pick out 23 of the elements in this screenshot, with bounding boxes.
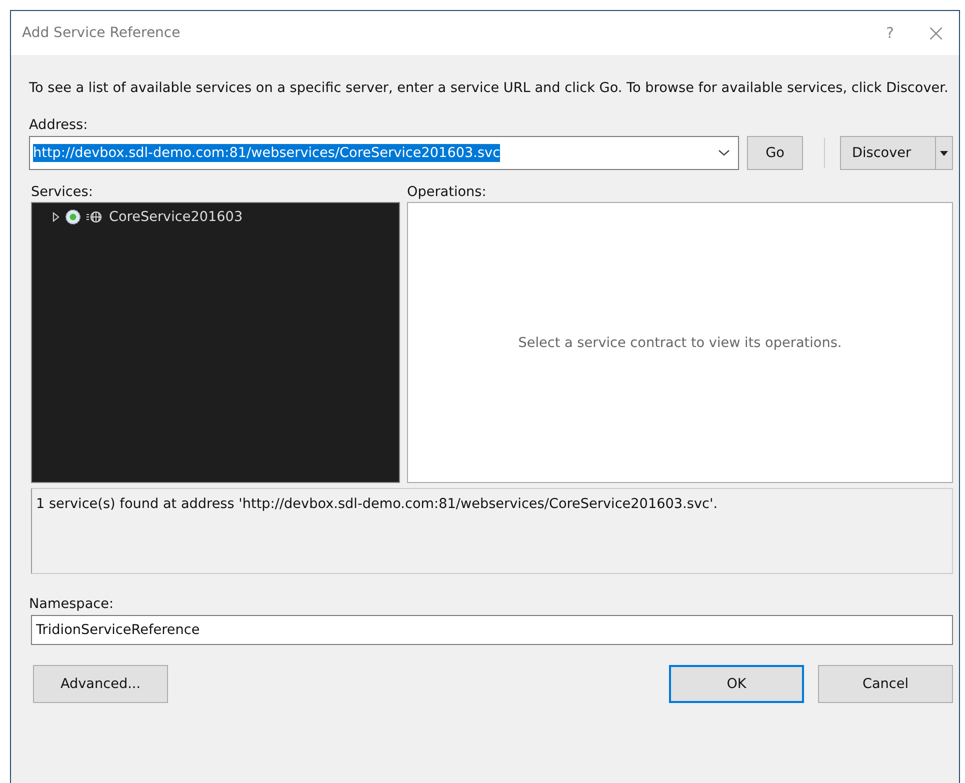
services-label: Services: — [31, 184, 94, 200]
ok-button[interactable]: OK — [669, 665, 804, 703]
help-button[interactable]: ? — [867, 13, 913, 53]
go-button[interactable]: Go — [747, 136, 803, 170]
instructions-text: To see a list of available services on a specific server, enter a service URL and click Go. To browse for available services, click Discover. — [29, 79, 950, 98]
chevron-down-icon[interactable] — [718, 149, 730, 157]
window-title: Add Service Reference — [22, 25, 180, 41]
advanced-button[interactable]: Advanced... — [33, 665, 168, 703]
tree-item[interactable]: CoreService201603 — [52, 209, 243, 225]
empty-message: Select a service contract to view its operations. — [518, 334, 842, 350]
caret-icon[interactable] — [940, 150, 948, 156]
close-button[interactable]: × — [913, 13, 959, 53]
namespace-label: Namespace: — [29, 596, 115, 612]
address-label: Address: — [29, 117, 89, 133]
gear-icon — [65, 209, 81, 225]
operations-label: Operations: — [407, 184, 488, 200]
expand-arrow-icon[interactable] — [52, 212, 60, 222]
status-text: 1 service(s) found at address 'http://devbox.sdl-demo.com:81/webservices/CoreService201603.svc'. — [36, 496, 718, 512]
cancel-button[interactable]: Cancel — [818, 665, 953, 703]
address-combo-box[interactable]: http://devbox.sdl-demo.com:81/webservices/CoreService201603.svc — [29, 136, 739, 170]
globe-icon — [86, 211, 102, 223]
namespace-field[interactable]: TridionServiceReference — [31, 615, 953, 645]
discover-split-button[interactable]: Discover — [840, 136, 953, 170]
